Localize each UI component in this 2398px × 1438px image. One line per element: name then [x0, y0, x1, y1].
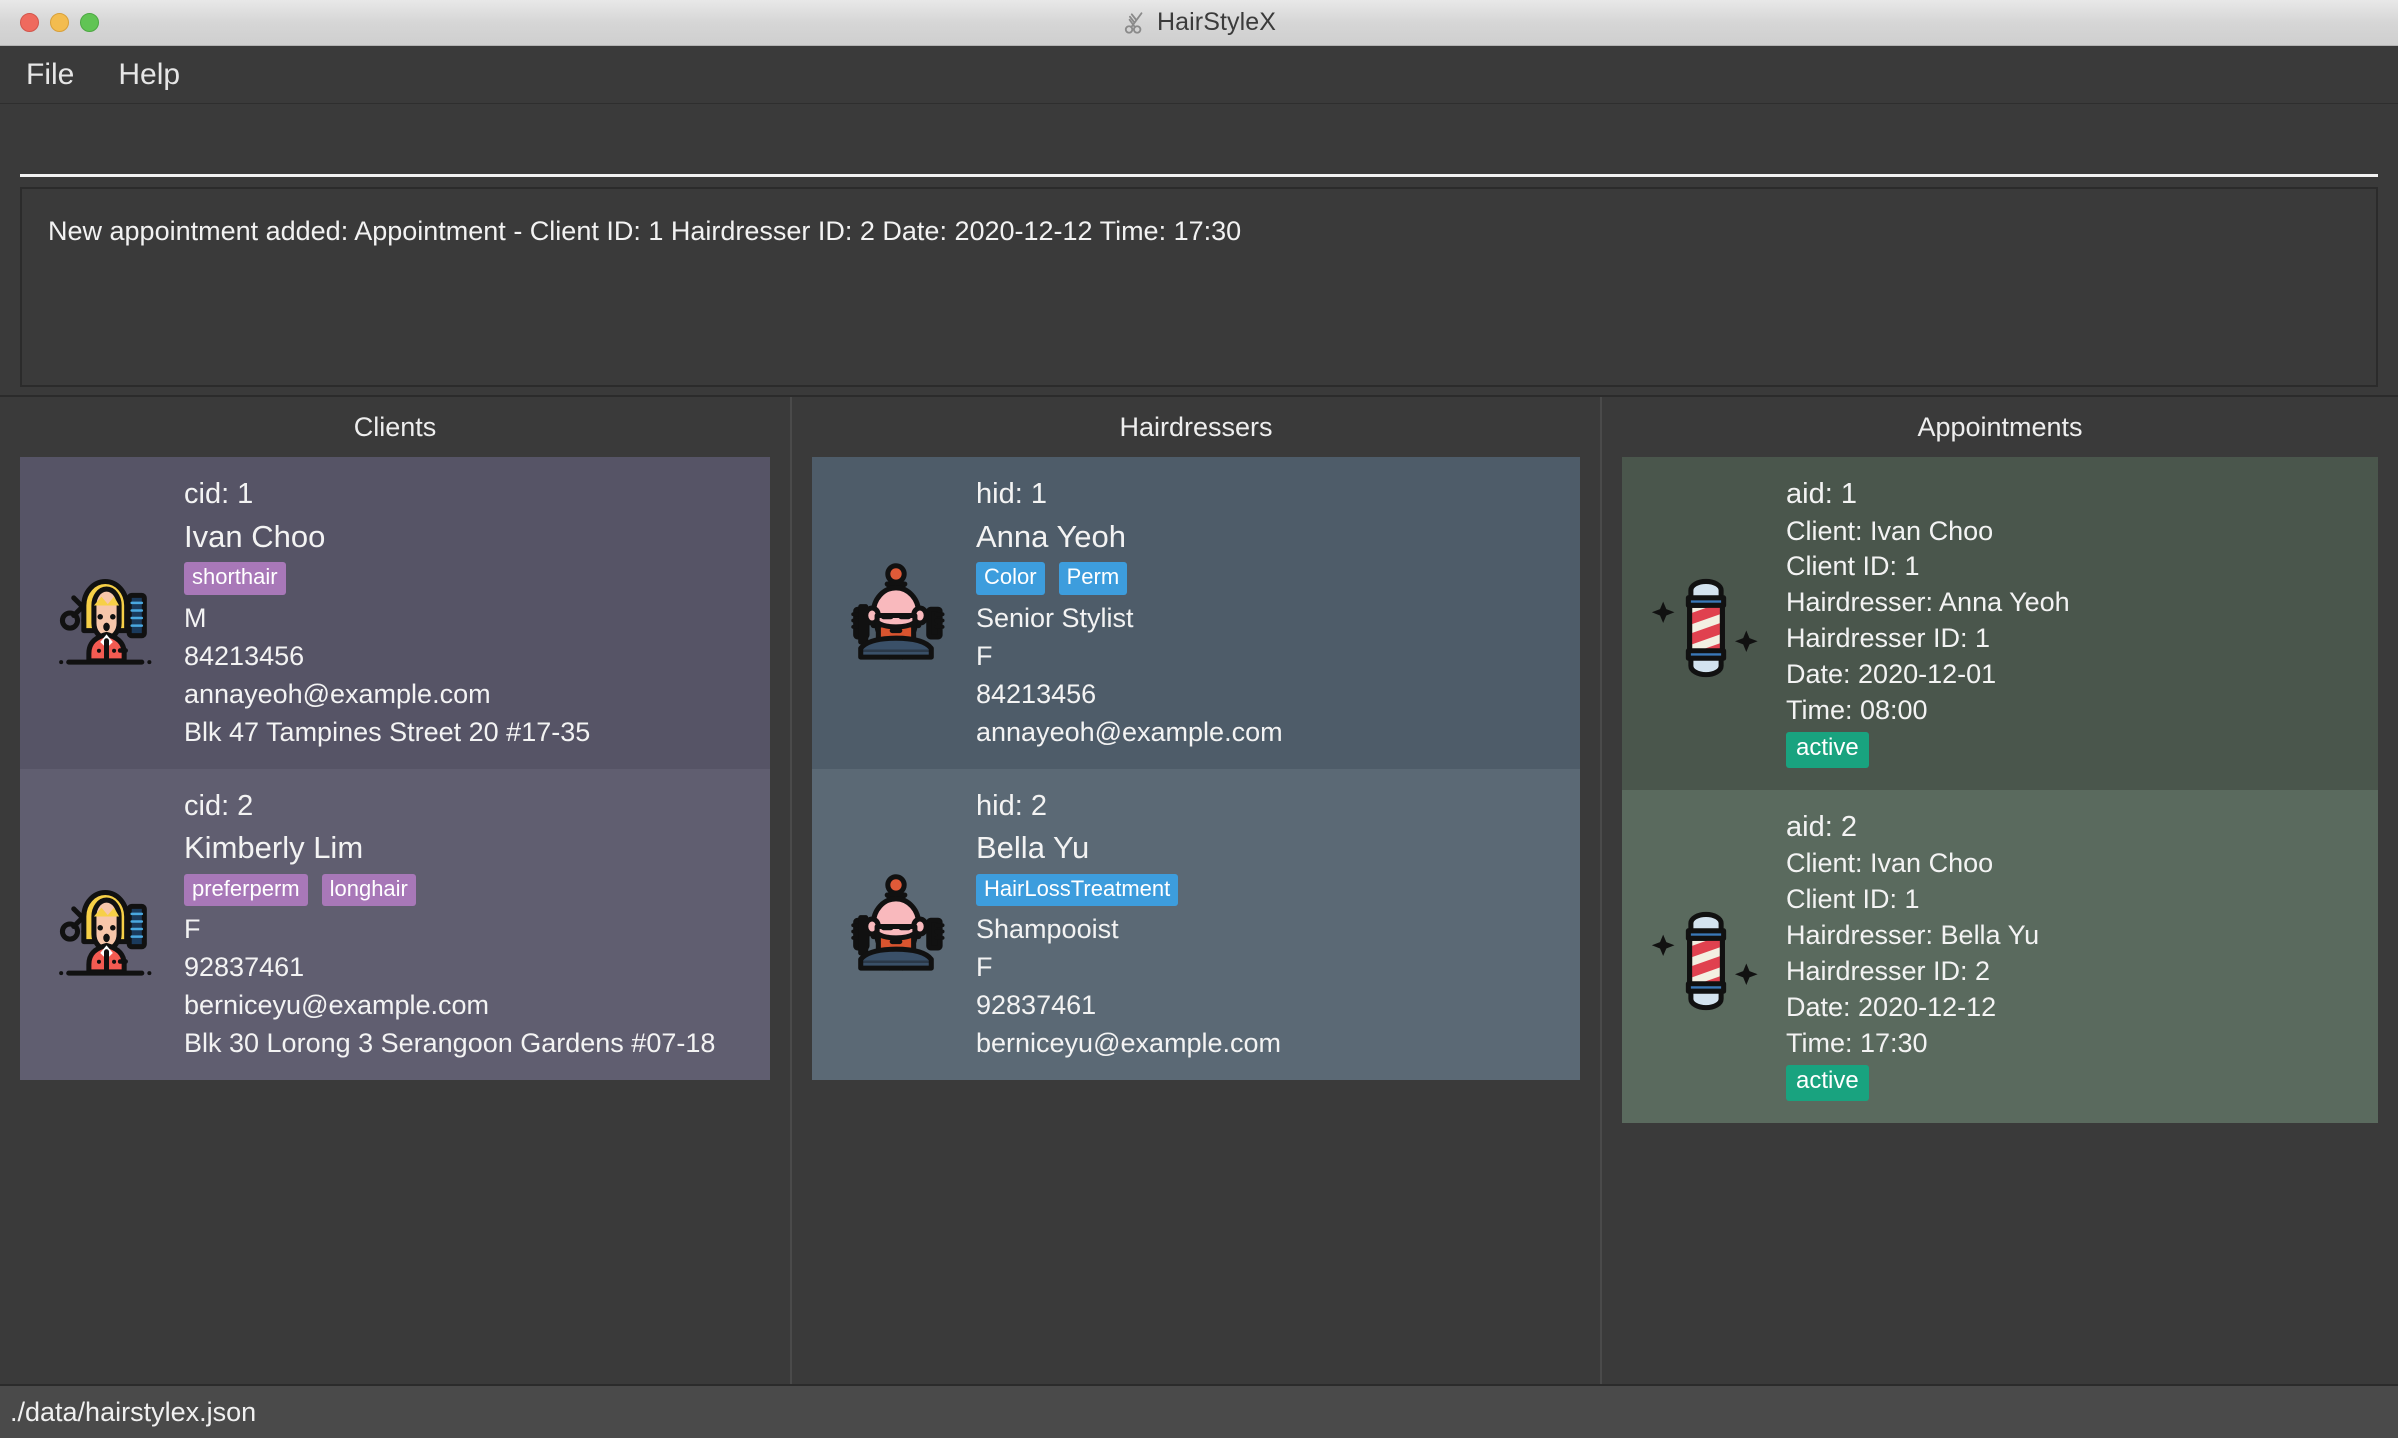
hairdresser-card-fields: hid: 2 Bella Yu HairLossTreatment Shampo…: [976, 787, 1281, 1063]
barber-beard-icon: [826, 550, 966, 676]
clients-panel: Clients cid: 1 Ivan Choo shorthair M 842…: [0, 397, 790, 1384]
output-message: New appointment added: Appointment - Cli…: [48, 216, 1242, 246]
hairdresser-card-fields: hid: 1 Anna Yeoh Color Perm Senior Styli…: [976, 475, 1283, 751]
appointments-panel: Appointments aid: 1 Client: Ivan Choo Cl…: [1600, 397, 2398, 1384]
appointment-date: Date: 2020-12-01: [1786, 659, 1997, 690]
hairdresser-id: hid: 2: [976, 789, 1047, 822]
client-phone: 92837461: [184, 952, 305, 983]
hairstylist-woman-icon: [34, 550, 174, 676]
window-controls: [20, 13, 99, 32]
client-name: Kimberly Lim: [184, 830, 364, 866]
client-tag: longhair: [321, 873, 416, 907]
client-name: Ivan Choo: [184, 518, 326, 554]
barber-beard-icon: [826, 861, 966, 987]
appointment-card-fields: aid: 1 Client: Ivan Choo Client ID: 1 Ha…: [1786, 475, 2070, 772]
close-window-button[interactable]: [20, 13, 39, 32]
client-gender: F: [184, 914, 201, 945]
appointment-client: Client: Ivan Choo: [1786, 848, 1994, 879]
appointment-card[interactable]: aid: 2 Client: Ivan Choo Client ID: 1 Ha…: [1622, 789, 2378, 1123]
save-location-path: ./data/hairstylex.json: [10, 1396, 257, 1427]
client-card-fields: cid: 1 Ivan Choo shorthair M 84213456 an…: [184, 475, 590, 751]
menubar: File Help: [0, 46, 2398, 104]
client-tag-row: preferperm longhair: [184, 871, 715, 910]
hairdresser-email: berniceyu@example.com: [976, 1028, 1282, 1059]
panels-container: Clients cid: 1 Ivan Choo shorthair M 842…: [0, 395, 2398, 1384]
window-title: HairStyleX: [1156, 8, 1277, 36]
appointment-hairdresser: Hairdresser: Anna Yeoh: [1786, 587, 2070, 618]
hairdresser-title: Senior Stylist: [976, 602, 1134, 633]
command-input-zone: [0, 104, 2398, 177]
command-input[interactable]: [20, 121, 2378, 177]
appointment-hairdresser-id: Hairdresser ID: 2: [1786, 956, 1991, 987]
hairdresser-specialisation-tag: HairLossTreatment: [976, 873, 1179, 907]
minimize-window-button[interactable]: [50, 13, 69, 32]
appointments-panel-header: Appointments: [1917, 411, 2083, 442]
appointment-client-id: Client ID: 1: [1786, 551, 1920, 582]
appointment-time: Time: 08:00: [1786, 695, 1928, 726]
appointment-status-row: active: [1786, 1062, 2039, 1105]
client-id: cid: 2: [184, 789, 254, 822]
clients-list: cid: 1 Ivan Choo shorthair M 84213456 an…: [0, 457, 790, 1384]
appointment-id: aid: 2: [1786, 810, 1857, 843]
appointment-hairdresser: Hairdresser: Bella Yu: [1786, 920, 2040, 951]
appointment-id: aid: 1: [1786, 478, 1857, 510]
maximize-window-button[interactable]: [80, 13, 99, 32]
hairdresser-phone: 92837461: [976, 990, 1097, 1021]
client-id: cid: 1: [184, 478, 254, 510]
client-gender: M: [184, 602, 207, 633]
hairstylist-woman-icon: [34, 861, 174, 987]
client-address: Blk 47 Tampines Street 20 #17-35: [184, 716, 591, 747]
scissors-icon: [1122, 10, 1148, 36]
hairdressers-panel-header: Hairdressers: [1119, 411, 1273, 442]
appointment-card-fields: aid: 2 Client: Ivan Choo Client ID: 1 Ha…: [1786, 808, 2039, 1105]
appointments-list: aid: 1 Client: Ivan Choo Client ID: 1 Ha…: [1602, 457, 2398, 1384]
hairdresser-title: Shampooist: [976, 914, 1119, 945]
hairdresser-specialisation-tag: Perm: [1058, 562, 1128, 595]
hairdresser-tag-row: Color Perm: [976, 559, 1283, 598]
appointment-date: Date: 2020-12-12: [1786, 991, 1997, 1022]
clients-panel-header: Clients: [353, 411, 437, 442]
window-titlebar: HairStyleX: [0, 0, 2398, 46]
hairdresser-email: annayeoh@example.com: [976, 716, 1283, 747]
client-card[interactable]: cid: 2 Kimberly Lim preferperm longhair …: [20, 768, 770, 1081]
status-badge: active: [1786, 732, 1869, 768]
appointment-card[interactable]: aid: 1 Client: Ivan Choo Client ID: 1 Ha…: [1622, 457, 2378, 790]
hairdresser-specialisation-tag: Color: [976, 562, 1045, 595]
appointment-client-id: Client ID: 1: [1786, 884, 1920, 915]
hairdresser-tag-row: HairLossTreatment: [976, 871, 1281, 910]
client-email: berniceyu@example.com: [184, 990, 490, 1021]
statusbar: ./data/hairstylex.json: [0, 1384, 2398, 1438]
client-address: Blk 30 Lorong 3 Serangoon Gardens #07-18: [184, 1028, 716, 1059]
appointment-time: Time: 17:30: [1786, 1027, 1928, 1058]
menu-file[interactable]: File: [26, 58, 74, 92]
client-card-fields: cid: 2 Kimberly Lim preferperm longhair …: [184, 787, 715, 1063]
output-log: New appointment added: Appointment - Cli…: [20, 187, 2378, 387]
hairdresser-name: Anna Yeoh: [976, 518, 1127, 554]
client-email: annayeoh@example.com: [184, 678, 491, 709]
barber-pole-icon: [1636, 560, 1776, 686]
app-window: HairStyleX File Help New appointment add…: [0, 0, 2398, 1438]
hairdressers-panel: Hairdressers hid: 1 Anna Yeoh Color Perm…: [790, 397, 1600, 1384]
menu-help[interactable]: Help: [118, 58, 180, 92]
client-tag-row: shorthair: [184, 559, 590, 598]
client-phone: 84213456: [184, 640, 305, 671]
hairdresser-card[interactable]: hid: 2 Bella Yu HairLossTreatment Shampo…: [812, 768, 1580, 1081]
hairdresser-gender: F: [976, 640, 993, 671]
window-title-group: HairStyleX: [0, 0, 2398, 45]
status-badge: active: [1786, 1064, 1869, 1101]
appointment-hairdresser-id: Hairdresser ID: 1: [1786, 623, 1991, 654]
hairdressers-list: hid: 1 Anna Yeoh Color Perm Senior Styli…: [792, 457, 1600, 1384]
hairdresser-id: hid: 1: [976, 478, 1047, 510]
barber-pole-icon: [1636, 893, 1776, 1019]
hairdresser-gender: F: [976, 952, 993, 983]
output-zone: New appointment added: Appointment - Cli…: [0, 177, 2398, 395]
appointment-status-row: active: [1786, 729, 2070, 772]
client-card[interactable]: cid: 1 Ivan Choo shorthair M 84213456 an…: [20, 457, 770, 769]
client-tag: preferperm: [184, 873, 308, 907]
hairdresser-card[interactable]: hid: 1 Anna Yeoh Color Perm Senior Styli…: [812, 457, 1580, 769]
client-tag: shorthair: [184, 562, 286, 595]
hairdresser-name: Bella Yu: [976, 830, 1090, 866]
hairdresser-phone: 84213456: [976, 678, 1097, 709]
appointment-client: Client: Ivan Choo: [1786, 515, 1994, 546]
